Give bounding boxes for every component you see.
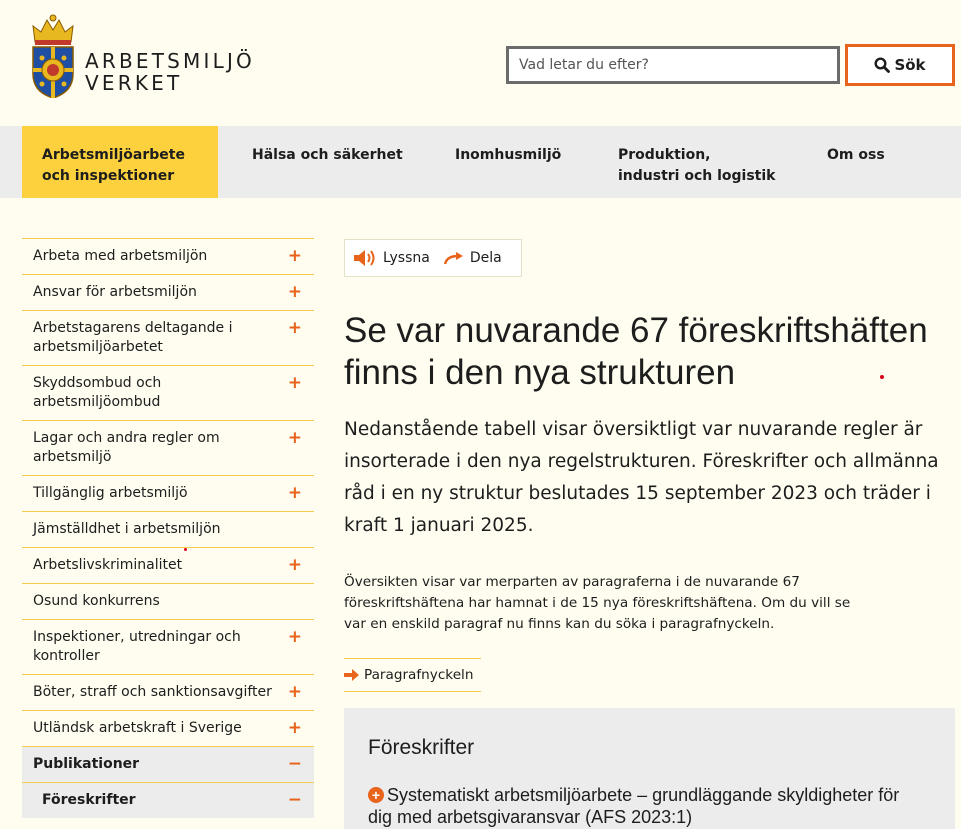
logo-line-2: VERKET: [85, 71, 183, 95]
sidebar-item-label: Böter, straff och sanktionsavgifter: [33, 684, 272, 700]
sidebar-item-osund-konkurrens[interactable]: Osund konkurrens: [22, 583, 314, 619]
sidebar-item-skyddsombud[interactable]: Skyddsombud och arbetsmiljöombud +: [22, 365, 314, 420]
collapse-minus-icon[interactable]: −: [288, 756, 302, 773]
expand-plus-icon[interactable]: +: [288, 485, 302, 502]
link-label: Paragrafnyckeln: [364, 667, 474, 683]
accordion-item-label: Systematiskt arbetsmiljöarbete – grundlä…: [368, 785, 900, 827]
expand-plus-icon[interactable]: +: [288, 320, 302, 337]
sidebar-item-publikationer[interactable]: Publikationer −: [22, 746, 314, 782]
search-input[interactable]: [506, 46, 840, 84]
marker-dot: [184, 548, 187, 551]
lead-paragraph: Nedanstående tabell visar översiktligt v…: [344, 419, 939, 536]
sidebar-item-label: Utländsk arbetskraft i Sverige: [33, 720, 242, 736]
sidebar-item-foreskrifter[interactable]: Föreskrifter −: [22, 782, 314, 818]
sidebar-menu: Arbeta med arbetsmiljön + Ansvar för arb…: [22, 238, 314, 818]
accordion-item-afs-2023-1[interactable]: + Systematiskt arbetsmiljöarbete – grundl…: [368, 784, 928, 828]
sidebar-item-label: Arbetstagarens deltagande i arbetsmiljöa…: [33, 320, 233, 355]
expand-plus-icon[interactable]: +: [288, 684, 302, 701]
expand-plus-icon[interactable]: +: [288, 720, 302, 737]
logo-text: ARBETSMILJÖ VERKET: [85, 50, 255, 94]
sidebar-item-label: Föreskrifter: [42, 792, 136, 808]
sidebar-item-utlandsk-arbetskraft[interactable]: Utländsk arbetskraft i Sverige +: [22, 710, 314, 746]
sidebar-item-label: Publikationer: [33, 756, 140, 772]
sidebar-item-label: Lagar och andra regler om arbetsmiljö: [33, 430, 220, 465]
sidebar-item-tillganglig-arbetsmiljo[interactable]: Tillgänglig arbetsmiljö +: [22, 475, 314, 511]
search-button-label: Sök: [894, 56, 926, 74]
page: ARBETSMILJÖ VERKET Sök Arbetsmiljöarbete…: [0, 0, 961, 829]
sidebar-item-label: Ansvar för arbetsmiljön: [33, 284, 197, 300]
nav-item-om-oss[interactable]: Om oss: [827, 126, 885, 198]
sidebar-item-ansvar[interactable]: Ansvar för arbetsmiljön +: [22, 274, 314, 310]
sidebar-item-label: Arbetslivskriminalitet: [33, 557, 183, 573]
nav-item-produktion[interactable]: Produktion, industri och logistik: [618, 126, 776, 198]
nav-item-inomhusmiljo[interactable]: Inomhusmiljö: [455, 126, 561, 198]
expand-plus-icon[interactable]: +: [288, 430, 302, 447]
expand-plus-icon[interactable]: +: [288, 375, 302, 392]
expand-plus-icon[interactable]: +: [288, 284, 302, 301]
sidebar-item-label: Tillgänglig arbetsmiljö: [33, 485, 188, 501]
sidebar-item-arbetstagarens-deltagande[interactable]: Arbetstagarens deltagande i arbetsmiljöa…: [22, 310, 314, 365]
listen-button[interactable]: Lyssna: [383, 250, 430, 266]
page-title: Se var nuvarande 67 föreskriftshäften fi…: [344, 311, 928, 392]
magnifier-icon: [874, 57, 891, 73]
sidebar-item-lagar-och-regler[interactable]: Lagar och andra regler om arbetsmiljö +: [22, 420, 314, 475]
sidebar-item-label: Jämställdhet i arbetsmiljön: [33, 521, 221, 537]
nav-label-line-1: Om oss: [827, 147, 885, 163]
expand-plus-icon[interactable]: +: [288, 248, 302, 265]
nav-label-line-1: Hälsa och säkerhet: [252, 147, 403, 163]
nav-label-line-2: och inspektioner: [42, 168, 175, 184]
page-tools: Lyssna Dela: [344, 239, 522, 277]
sidebar-item-jamstalldhet[interactable]: Jämställdhet i arbetsmiljön: [22, 511, 314, 547]
logo-line-1: ARBETSMILJÖ: [85, 49, 255, 73]
nav-label-line-2: industri och logistik: [618, 168, 776, 184]
speaker-icon[interactable]: [353, 249, 379, 267]
share-arrow-icon[interactable]: [443, 251, 466, 265]
nav-label-line-1: Inomhusmiljö: [455, 147, 562, 163]
paragrafnyckeln-link[interactable]: Paragrafnyckeln: [344, 658, 481, 692]
panel-title: Föreskrifter: [368, 736, 475, 759]
marker-dot: [880, 375, 884, 379]
sidebar-item-arbeta-med-arbetsmiljon[interactable]: Arbeta med arbetsmiljön +: [22, 238, 314, 274]
sidebar-item-arbetslivskriminalitet[interactable]: Arbetslivskriminalitet +: [22, 547, 314, 583]
expand-plus-icon[interactable]: +: [288, 629, 302, 646]
site-logo[interactable]: ARBETSMILJÖ VERKET: [25, 12, 265, 102]
body-paragraph: Översikten visar var merparten av paragr…: [344, 574, 851, 632]
nav-item-halsa[interactable]: Hälsa och säkerhet: [252, 126, 403, 198]
foreskrifter-panel: Föreskrifter + Systematiskt arbetsmiljöar…: [344, 708, 955, 829]
expand-plus-icon[interactable]: +: [288, 557, 302, 574]
nav-label-line-1: Arbetsmiljöarbete: [42, 147, 185, 163]
collapse-minus-icon[interactable]: −: [288, 792, 302, 809]
arrow-right-icon: [344, 669, 359, 681]
sidebar-item-boter-straff[interactable]: Böter, straff och sanktionsavgifter +: [22, 674, 314, 710]
sidebar-item-label: Skyddsombud och arbetsmiljöombud: [33, 375, 162, 410]
nav-label-line-1: Produktion,: [618, 147, 711, 163]
nav-item-arbetsmiljoarbete[interactable]: Arbetsmiljöarbete och inspektioner: [22, 126, 218, 198]
share-button[interactable]: Dela: [470, 250, 502, 266]
plus-circle-icon: +: [368, 787, 384, 803]
sidebar-item-label: Osund konkurrens: [33, 593, 160, 609]
sidebar-item-inspektioner[interactable]: Inspektioner, utredningar och kontroller…: [22, 619, 314, 674]
search-button[interactable]: Sök: [845, 44, 955, 86]
sidebar-item-label: Arbeta med arbetsmiljön: [33, 248, 208, 264]
coat-of-arms-icon: [32, 14, 74, 98]
main-nav: Arbetsmiljöarbete och inspektioner Hälsa…: [0, 126, 961, 198]
sidebar-item-label: Inspektioner, utredningar och kontroller: [33, 629, 241, 664]
